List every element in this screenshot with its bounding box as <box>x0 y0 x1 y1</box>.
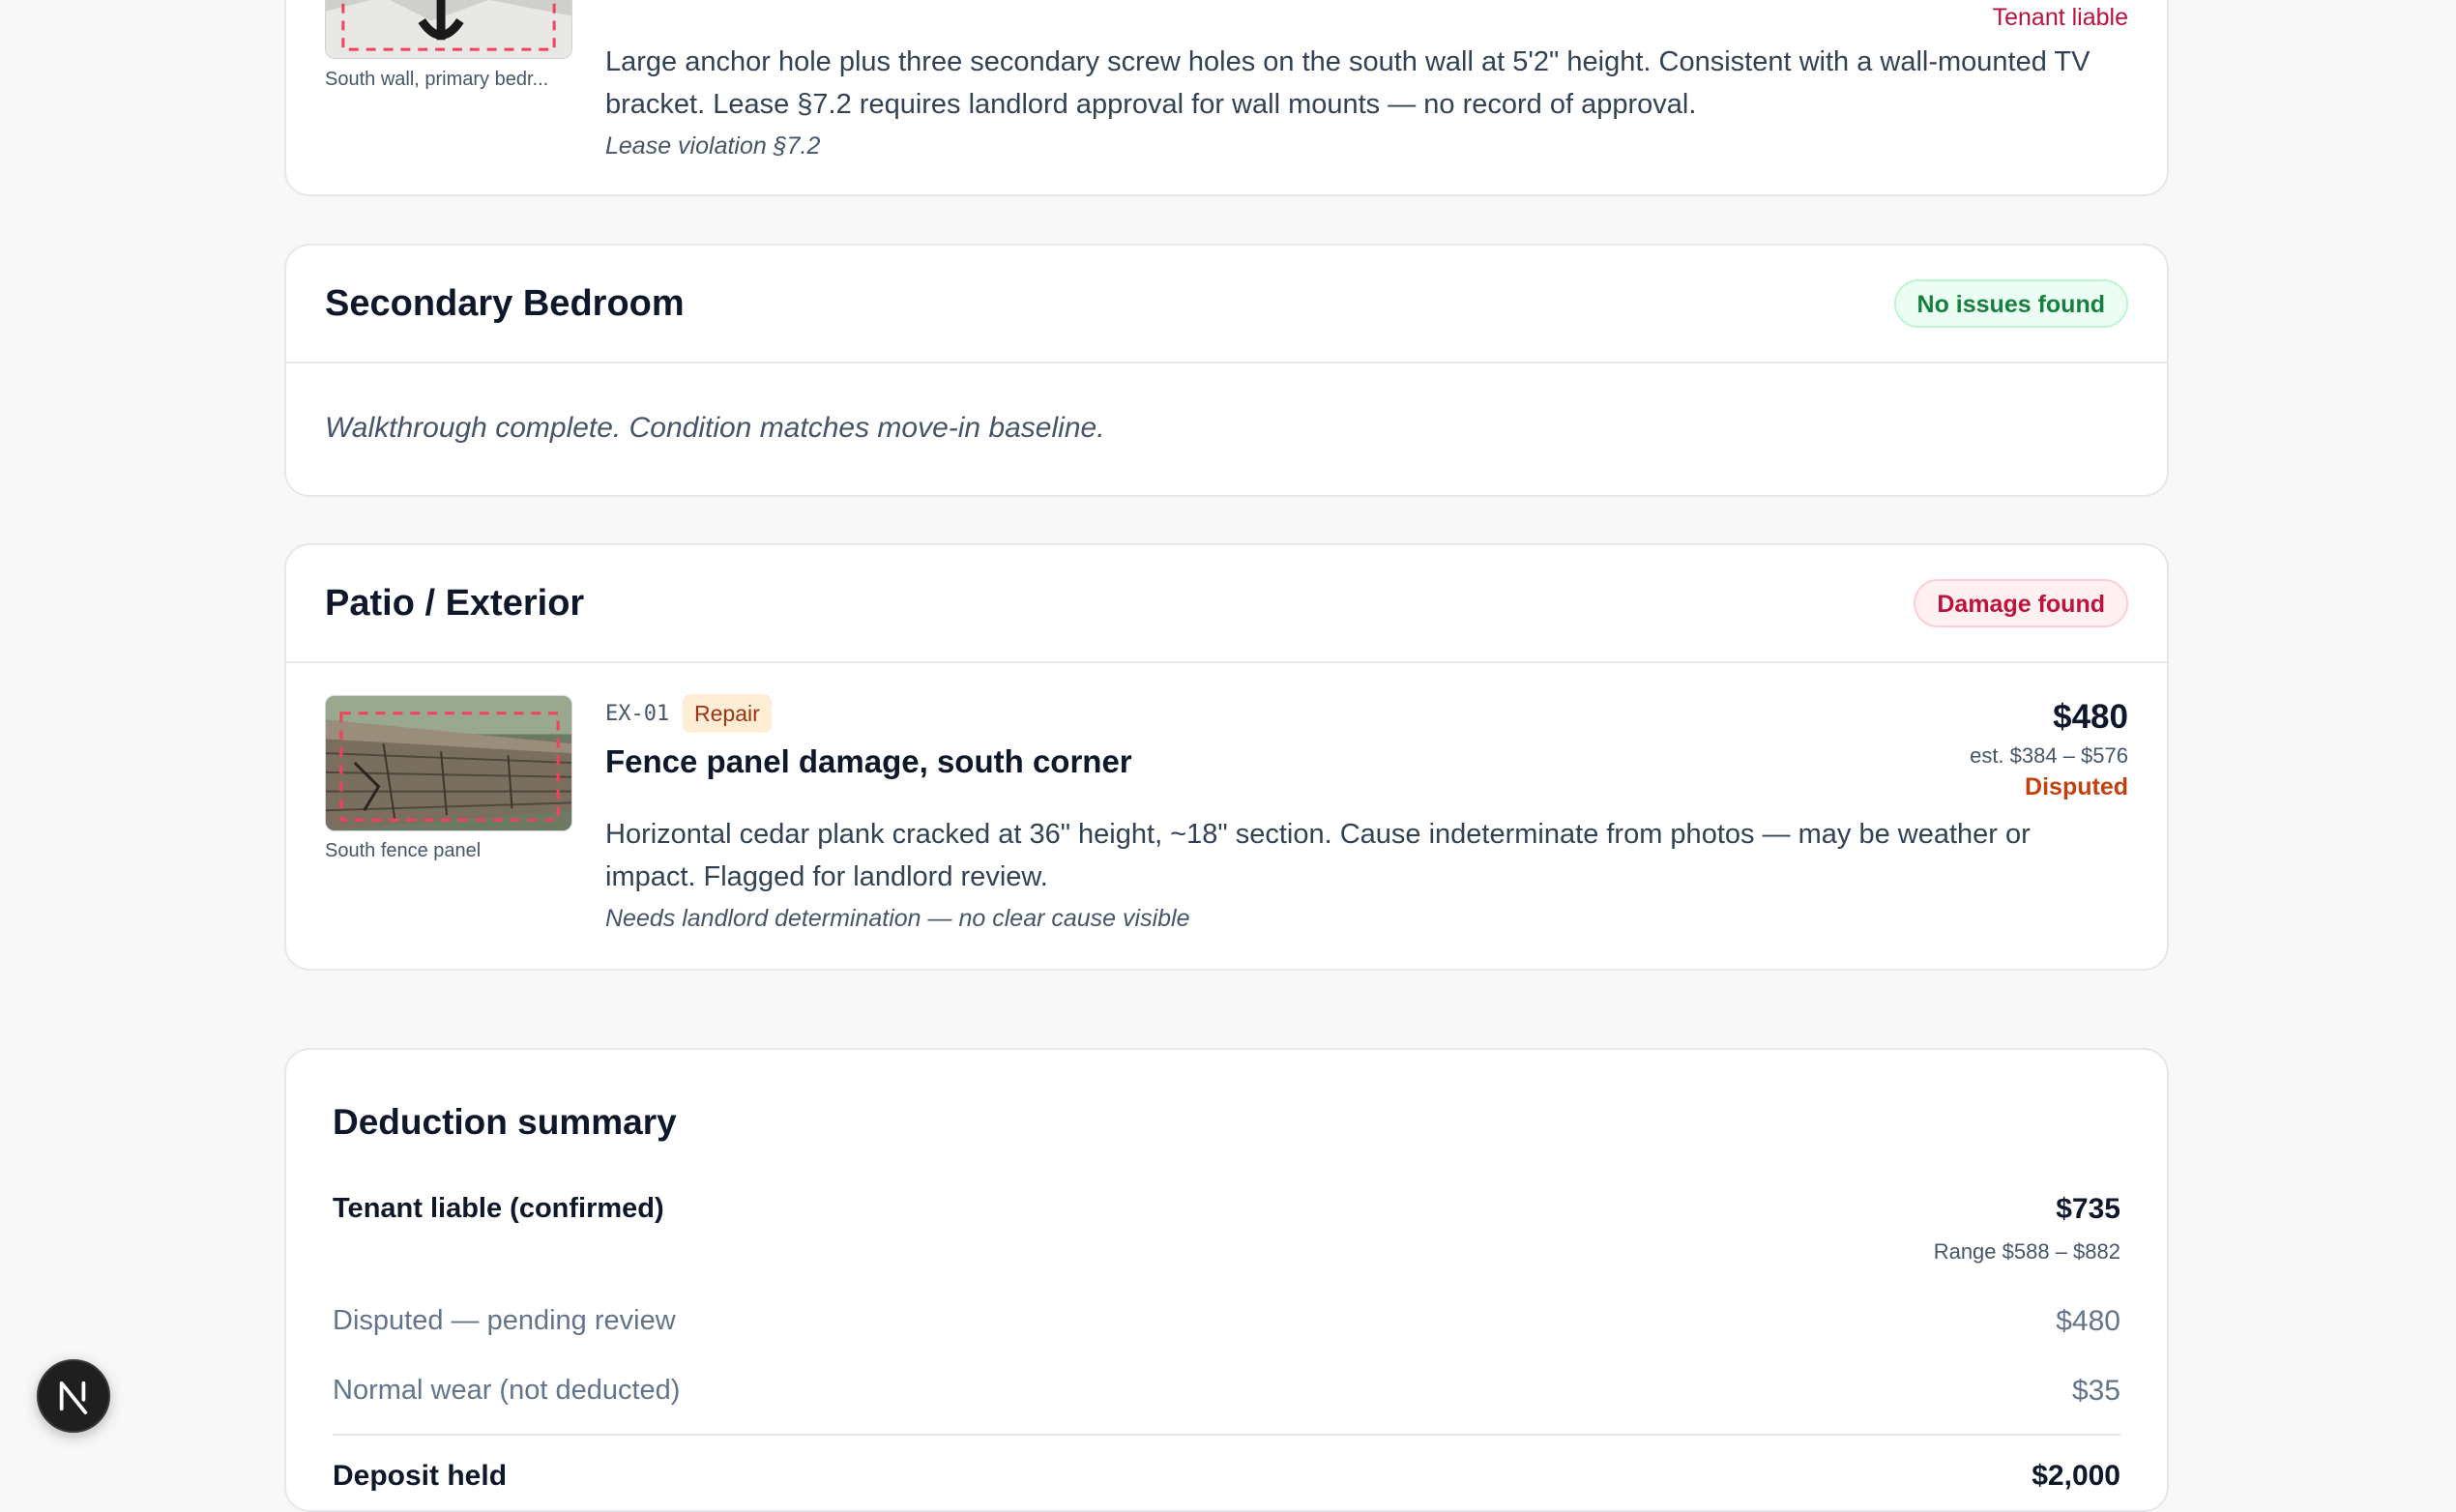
item-description: Horizontal cedar plank cracked at 36" he… <box>605 819 2031 892</box>
item-code: EX-01 <box>605 702 670 726</box>
item-note: Needs landlord determination — no clear … <box>605 905 1190 932</box>
fence-photo-image <box>326 696 571 830</box>
item-estimate: est. $384 – $576 <box>1970 743 2128 768</box>
status-badge: Damage found <box>1914 579 2128 627</box>
summary-title: Deduction summary <box>333 1102 677 1142</box>
room-header: Patio / Exterior Damage found <box>286 545 2167 663</box>
item-title: Fence panel damage, south corner <box>605 743 1132 779</box>
photo-caption: South fence panel <box>325 840 482 861</box>
room-title: Secondary Bedroom <box>325 283 685 324</box>
liability-status: Tenant liable <box>1992 4 2128 31</box>
summary-row-label: Disputed — pending review <box>333 1305 676 1336</box>
room-title: Patio / Exterior <box>325 583 585 624</box>
summary-row-range: Range $588 – $882 <box>1933 1239 2120 1264</box>
deduction-summary-card: Deduction summary Tenant liable (confirm… <box>284 1048 2169 1512</box>
item-card-previous: South wall, primary bedr... Tenant liabl… <box>284 0 2169 196</box>
photo-caption: South wall, primary bedr... <box>325 69 549 90</box>
liability-status: Disputed <box>2025 773 2128 800</box>
summary-row-amount: $35 <box>2071 1375 2120 1407</box>
room-message: Walkthrough complete. Condition matches … <box>325 412 1105 444</box>
item-amount: $480 <box>2053 698 2128 736</box>
summary-row-label: Tenant liable (confirmed) <box>333 1193 664 1224</box>
summary-divider <box>333 1434 2120 1436</box>
item-note: Lease violation §7.2 <box>605 132 821 160</box>
summary-row-label: Normal wear (not deducted) <box>333 1375 681 1406</box>
room-card-patio-exterior: Patio / Exterior Damage found South fenc… <box>284 543 2169 971</box>
repair-tag: Repair <box>683 694 772 733</box>
item-description: Large anchor hole plus three secondary s… <box>605 46 2091 120</box>
summary-row-amount: $735 <box>2056 1193 2120 1225</box>
summary-row-amount: $2,000 <box>2032 1460 2120 1492</box>
damage-photo[interactable] <box>325 0 572 59</box>
summary-row-amount: $480 <box>2056 1305 2120 1337</box>
anchor-photo-image <box>326 0 571 58</box>
damage-photo[interactable] <box>325 695 572 831</box>
nextjs-logo-button[interactable] <box>37 1359 110 1433</box>
nextjs-logo-icon <box>59 1381 88 1414</box>
summary-row-label: Deposit held <box>333 1460 508 1492</box>
room-header: Secondary Bedroom No issues found <box>286 246 2167 363</box>
status-badge: No issues found <box>1893 279 2128 328</box>
room-card-secondary-bedroom: Secondary Bedroom No issues found Walkth… <box>284 244 2169 497</box>
